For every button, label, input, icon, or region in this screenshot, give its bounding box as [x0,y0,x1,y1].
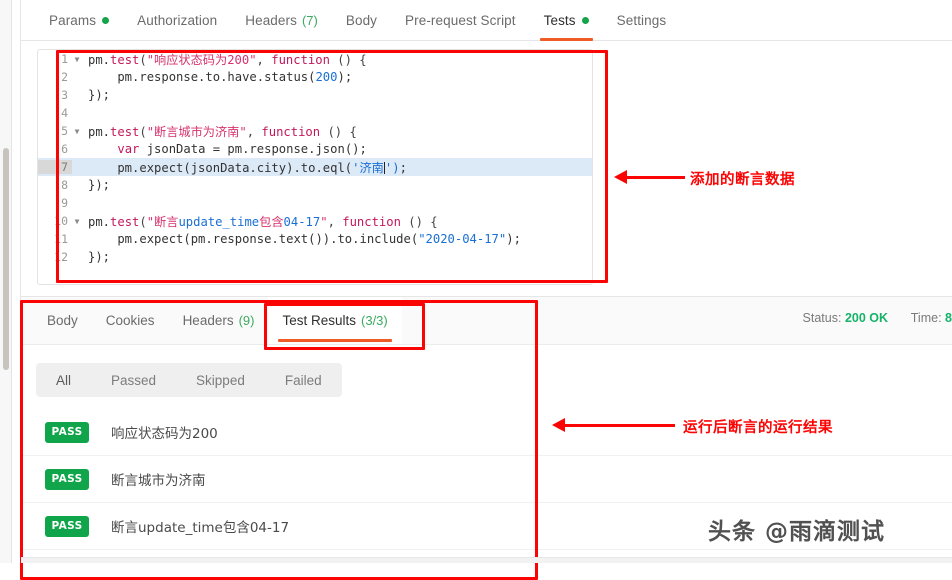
response-tab-test-results[interactable]: Test Results (3/3) [268,297,402,344]
tab-count: (7) [301,13,318,28]
time-value: 8 [945,311,952,325]
response-tab-headers[interactable]: Headers (9) [169,297,269,344]
code-line: 11 pm.expect(pm.response.text()).to.incl… [38,230,592,248]
line-number: 7 [38,160,72,174]
test-result-name: 响应状态码为200 [111,426,218,442]
line-number: 4 [61,106,68,120]
app-sidebar-rail [0,0,12,563]
unsaved-dot-icon [102,17,110,24]
line-number: 11 [54,232,68,246]
code-line: 3}); [38,86,592,104]
tab-label: Settings [616,13,667,28]
tab-label: Cookies [105,313,155,328]
code-text: pm.expect(jsonData.city).to.eql('济南'); [88,161,407,175]
request-tab-pre-request-script[interactable]: Pre-request Script [391,0,530,41]
test-result-name: 断言update_time包含04-17 [111,520,290,536]
tab-count: (9) [238,313,255,328]
code-text: pm.expect(pm.response.text()).to.include… [88,232,521,246]
code-line: 1 ▼ pm.test("响应状态码为200", function () { [38,50,592,68]
tab-label: Params [49,13,97,28]
active-tab-underline [539,38,593,41]
results-annotation-label: 运行后断言的运行结果 [683,420,833,436]
tab-label: Body [345,13,378,28]
request-tab-params[interactable]: Params [35,0,123,41]
request-tab-headers[interactable]: Headers (7) [231,0,332,41]
code-annotation-arrow-head [614,170,627,184]
line-number: 1 [61,52,68,66]
response-tab-cookies[interactable]: Cookies [92,297,169,344]
response-meta: Status: 200 OK Time: 8 [803,311,952,325]
tests-script-editor[interactable]: 1 ▼ pm.test("响应状态码为200", function () {2 pm… [37,49,593,285]
request-tab-bar: Params Authorization Headers (7) Body Pre-req… [21,0,952,41]
code-line: 8}); [38,176,592,194]
results-annotation-arrow-line [565,424,675,427]
code-text: pm.test("响应状态码为200", function () { [88,53,367,67]
time-label: Time: [910,311,942,325]
code-line: 4 [38,104,592,122]
results-annotation-arrow-head [552,418,565,432]
line-number: 2 [61,70,68,84]
code-line: 12}); [38,248,592,266]
bottom-strip [21,557,952,563]
tab-count: (3/3) [361,313,388,328]
code-annotation-label: 添加的断言数据 [690,172,795,188]
code-text: }); [88,178,111,192]
status-badge: PASS [45,421,89,443]
line-number: 5 [61,124,68,138]
line-number: 10 [54,214,68,228]
line-number: 3 [61,88,68,102]
test-result-filter-bar: All Passed Skipped Failed [36,363,342,397]
active-tab-underline [278,339,392,342]
request-tab-settings[interactable]: Settings [603,0,681,41]
request-tab-authorization[interactable]: Authorization [123,0,231,41]
request-tab-tests[interactable]: Tests [530,0,603,41]
line-number: 12 [54,250,68,264]
watermark: 头条 @雨滴测试 [708,519,886,545]
tab-label: Body [47,313,78,328]
code-text: pm.test("断言城市为济南", function () { [88,125,357,139]
tab-label: Pre-request Script [405,13,516,28]
fold-arrow-icon[interactable]: ▼ [72,127,82,136]
filter-chip-failed[interactable]: Failed [265,363,342,397]
tab-label: Headers [245,13,297,28]
filter-chip-all[interactable]: All [36,363,91,397]
fold-arrow-icon[interactable]: ▼ [72,55,82,64]
status-value: 200 OK [844,311,889,325]
test-result-name: 断言城市为济南 [111,473,206,489]
code-line: 2 pm.response.to.have.status(200); [38,68,592,86]
tab-label: Authorization [137,13,218,28]
line-number: 9 [61,196,68,210]
filter-chip-passed[interactable]: Passed [91,363,176,397]
tab-label: Tests [543,13,576,28]
code-line: 10 ▼ pm.test("断言update_time包含04-17", funct… [38,212,592,230]
tab-label: Test Results [282,313,357,328]
code-text: }); [88,250,111,264]
editor-lines: 1 ▼ pm.test("响应状态码为200", function () {2 pm… [38,50,592,284]
tab-label: Headers [182,313,234,328]
status-badge: PASS [45,515,89,537]
line-number: 6 [61,142,68,156]
status-badge: PASS [45,468,89,490]
code-line: 6 var jsonData = pm.response.json(); [38,140,592,158]
line-number: 8 [61,178,68,192]
code-annotation-arrow-line [627,176,685,179]
code-text: pm.test("断言update_time包含04-17", function… [88,215,438,229]
response-tab-body[interactable]: Body [33,297,92,344]
code-text: }); [88,88,111,102]
unsaved-dot-icon [581,17,589,24]
code-text: pm.response.to.have.status(200); [88,70,353,84]
filter-chip-skipped[interactable]: Skipped [176,363,265,397]
test-result-row: PASS 断言城市为济南 [21,456,952,503]
code-line: 9 [38,194,592,212]
fold-arrow-icon[interactable]: ▼ [72,217,82,226]
sidebar-scrollbar[interactable] [3,148,9,370]
code-line: 5 ▼ pm.test("断言城市为济南", function () { [38,122,592,140]
code-line: 7 pm.expect(jsonData.city).to.eql('济南'); [38,158,592,176]
request-tab-body[interactable]: Body [332,0,391,41]
status-label: Status: [802,311,842,325]
code-text: var jsonData = pm.response.json(); [117,142,367,156]
